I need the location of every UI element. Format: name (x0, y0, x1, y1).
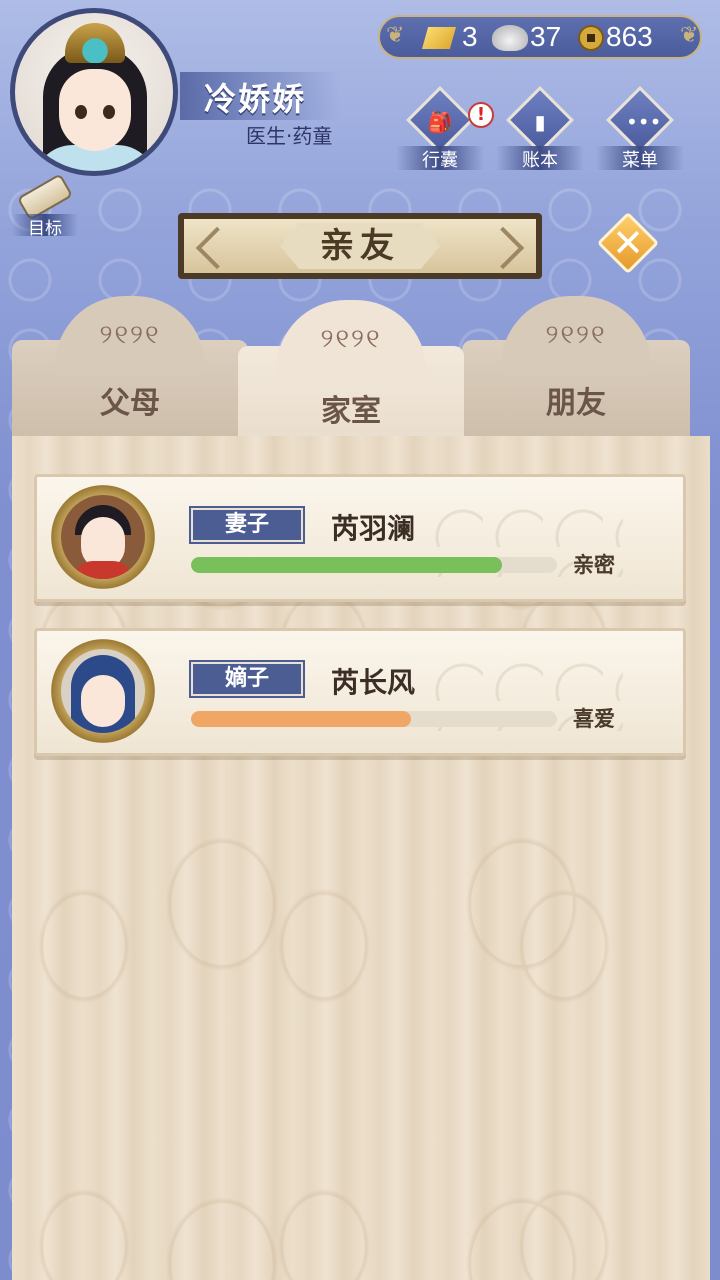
player-role: 医生·药童 (246, 124, 333, 148)
menu-label: 菜单 (596, 146, 684, 171)
tab-parents[interactable]: ୨୧୨୧ 父母 (12, 296, 248, 444)
cloud-swirl-icon: ୨୧୨୧ (320, 324, 382, 354)
player-name: 冷娇娇 (204, 80, 307, 118)
ledger-icon: ▮ (534, 110, 546, 134)
currency-bar: ❦ 3 37 863 ❦ (378, 15, 702, 59)
cloud-swirl-icon: ୨୧୨୧ (99, 320, 161, 350)
dialog-title-banner: 亲友 (178, 213, 542, 279)
more-dots-icon: ••• (626, 110, 662, 134)
affinity-bar (191, 711, 557, 727)
relative-card[interactable]: 妻子 芮羽澜 亲密 (34, 474, 686, 602)
goal-button[interactable]: 目标 (12, 173, 78, 239)
copper-coin-icon (578, 25, 604, 51)
menu-button[interactable]: ••• 菜单 (596, 86, 684, 171)
close-icon: ✕ (612, 221, 644, 265)
relation-status: 亲密 (573, 553, 615, 577)
tab-label: 朋友 (546, 386, 606, 421)
tab-family[interactable]: ୨୧୨୧ 家室 (238, 300, 464, 450)
close-button[interactable]: ✕ (596, 211, 660, 275)
affinity-bar-fill (191, 557, 503, 573)
tab-friends[interactable]: ୨୧୨୧ 朋友 (462, 296, 690, 444)
relative-name: 芮长风 (331, 666, 416, 699)
gold-bar-icon (422, 27, 456, 49)
bamboo-leaf-icon: ❦ (680, 23, 699, 48)
affinity-bar (191, 557, 557, 573)
ledger-label: 账本 (496, 146, 584, 171)
cloud-swirl-icon: ୨୧୨୧ (545, 320, 607, 350)
alert-badge: ! (468, 102, 494, 128)
gold-count: 3 (462, 21, 478, 52)
tab-label: 家室 (321, 394, 381, 429)
bag-label: 行囊 (396, 146, 484, 171)
coin-count: 863 (606, 21, 653, 52)
bag-icon: 🎒 (427, 110, 453, 134)
relative-portrait (51, 639, 155, 743)
dialog-title: 亲友 (320, 226, 400, 266)
relation-role-tag: 妻子 (191, 508, 303, 542)
ledger-button[interactable]: ▮ 账本 (496, 86, 584, 171)
silver-count: 37 (530, 21, 562, 52)
affinity-bar-fill (191, 711, 411, 727)
bag-button[interactable]: 🎒 ! 行囊 (396, 86, 494, 171)
relation-status: 喜爱 (573, 707, 615, 731)
relative-portrait (51, 485, 155, 589)
bamboo-leaf-icon: ❦ (386, 23, 405, 48)
relation-role-tag: 嫡子 (191, 662, 303, 696)
goal-label: 目标 (12, 214, 78, 239)
tab-label: 父母 (100, 386, 160, 421)
relative-card[interactable]: 嫡子 芮长风 喜爱 (34, 628, 686, 756)
crown-ornament (65, 23, 125, 63)
relative-name: 芮羽澜 (331, 512, 416, 545)
player-avatar[interactable] (10, 8, 178, 176)
silver-ingot-icon (492, 25, 528, 51)
